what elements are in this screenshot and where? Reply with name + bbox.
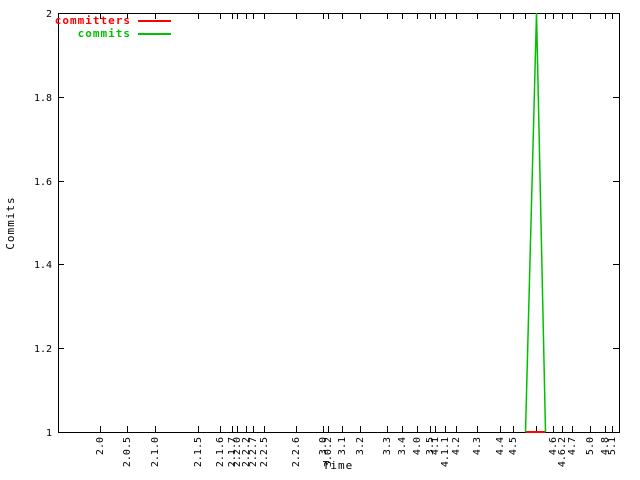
gnuplot-chart: 2.02.0.52.1.02.1.52.1.62.1.72.2.02.2.22.… — [0, 0, 640, 480]
plot-canvas: 2.02.0.52.1.02.1.52.1.62.1.72.2.02.2.22.… — [0, 0, 640, 480]
x-tick-label: 3.3 — [382, 437, 393, 455]
legend-label-commits: commits — [78, 27, 131, 40]
x-tick-label: 4.0 — [412, 437, 423, 455]
y-tick-label: 1.2 — [34, 344, 52, 355]
y-tick-label: 1.8 — [34, 93, 52, 104]
legend-item-commits: commits — [58, 27, 171, 40]
y-tick-label: 2 — [46, 9, 52, 20]
x-tick-label: 4.2 — [451, 437, 462, 455]
x-tick-label: 4.3 — [472, 437, 483, 455]
x-tick-label: 5.1 — [607, 437, 618, 455]
x-tick-label: 2.1.0 — [150, 437, 161, 467]
x-tick-label: 3.2 — [355, 437, 366, 455]
legend-label-committers: committers — [55, 14, 131, 27]
series-commits-line — [526, 13, 546, 432]
x-tick-label: 5.0 — [585, 437, 596, 455]
x-tick-label: 2.2.7 — [248, 437, 259, 467]
x-tick-label: 3.4 — [397, 437, 408, 455]
legend: committers commits — [58, 14, 171, 40]
x-tick-label: 2.1.6 — [215, 437, 226, 467]
x-tick-label: 4.5 — [508, 437, 519, 455]
legend-line-sample-committers — [138, 20, 171, 22]
legend-line-sample-commits — [138, 33, 171, 35]
x-tick-label: 4.7 — [567, 437, 578, 455]
y-tick-label: 1.4 — [34, 260, 52, 271]
x-axis-title: Time — [288, 459, 388, 472]
x-tick-label: 2.2.5 — [259, 437, 270, 467]
x-tick-label: 2.0 — [95, 437, 106, 455]
x-tick-label: 3.1 — [337, 437, 348, 455]
y-tick-label: 1 — [46, 428, 52, 439]
y-axis-title: Commits — [4, 123, 18, 323]
x-tick-label: 4.4 — [495, 437, 506, 455]
x-tick-label: 2.0.5 — [122, 437, 133, 467]
legend-item-committers: committers — [58, 14, 171, 27]
x-tick-label: 2.1.5 — [193, 437, 204, 467]
x-tick-label: 4.1.1 — [440, 437, 451, 467]
y-tick-label: 1.6 — [34, 177, 52, 188]
